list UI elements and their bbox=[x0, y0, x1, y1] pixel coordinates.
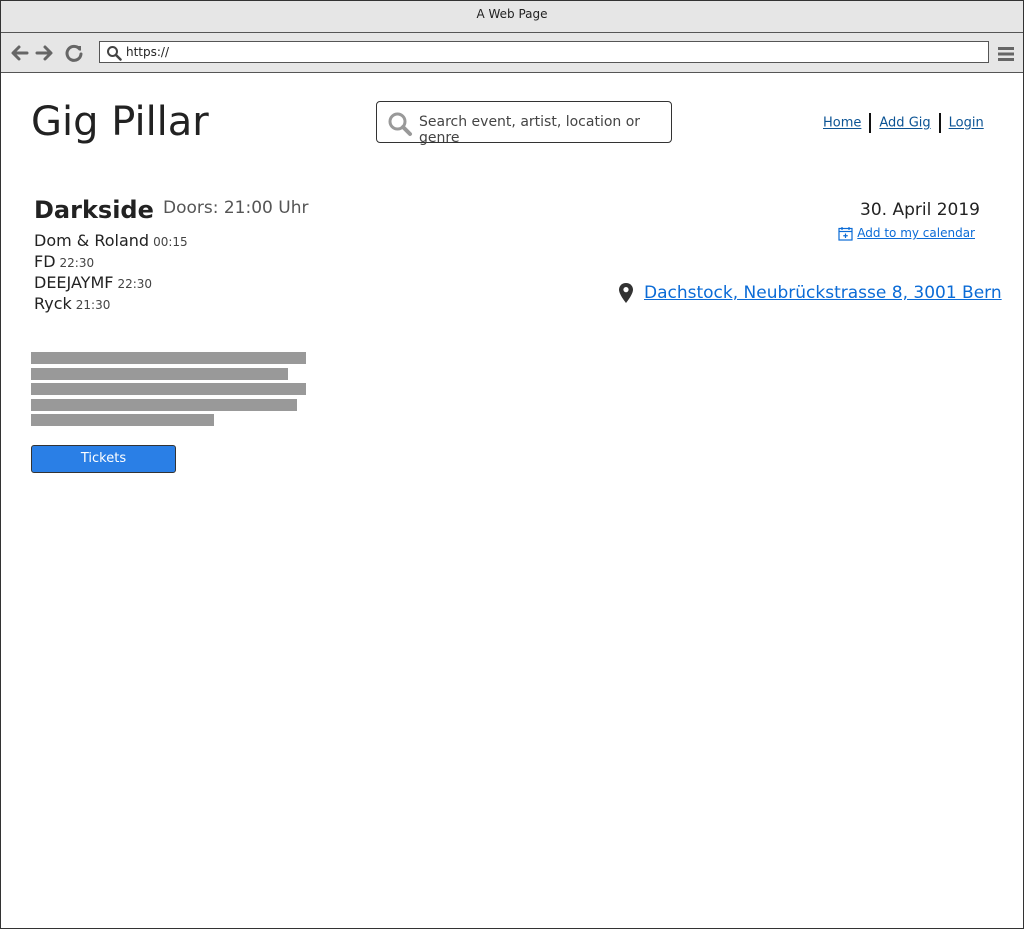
calendar-add-icon bbox=[838, 227, 853, 241]
browser-toolbar: https:// bbox=[1, 33, 1023, 73]
lineup-item: FD 22:30 bbox=[34, 251, 188, 272]
artist-name: Ryck bbox=[34, 294, 72, 313]
nav-add-gig-link[interactable]: Add Gig bbox=[879, 116, 930, 131]
artist-name: Dom & Roland bbox=[34, 231, 150, 250]
text-placeholder-line bbox=[31, 414, 214, 426]
set-time: 00:15 bbox=[153, 235, 188, 249]
lineup-item: Ryck 21:30 bbox=[34, 293, 188, 314]
event-title: Darkside bbox=[34, 196, 154, 224]
nav-home-link[interactable]: Home bbox=[823, 116, 861, 131]
title-bar: A Web Page bbox=[1, 1, 1023, 33]
set-time: 22:30 bbox=[117, 277, 153, 291]
nav-login-link[interactable]: Login bbox=[949, 116, 984, 131]
window-title: A Web Page bbox=[476, 7, 548, 21]
text-placeholder-line bbox=[31, 367, 288, 380]
map-pin-icon bbox=[619, 283, 633, 303]
search-input[interactable]: Search event, artist, location or genre bbox=[376, 101, 672, 146]
lineup-list: Dom & Roland 00:15 FD 22:30 DEEJAYMF 22:30 … bbox=[34, 230, 188, 314]
set-time: 21:30 bbox=[75, 298, 111, 312]
artist-name: FD bbox=[34, 252, 56, 271]
address-bar[interactable]: https:// bbox=[99, 41, 989, 63]
browser-window: A Web Page https:// Gig Pillar Search ev… bbox=[0, 0, 1024, 929]
text-placeholder-line bbox=[31, 352, 306, 364]
add-to-calendar-link[interactable]: Add to my calendar bbox=[857, 226, 975, 240]
nav-divider bbox=[869, 113, 872, 133]
nav-divider bbox=[938, 113, 941, 133]
add-to-calendar[interactable]: Add to my calendar bbox=[838, 226, 975, 241]
event-location: Dachstock, Neubrückstrasse 8, 3001 Bern bbox=[618, 282, 1002, 304]
tickets-button[interactable]: Tickets bbox=[31, 445, 176, 473]
set-time: 22:30 bbox=[59, 256, 95, 270]
search-icon bbox=[388, 112, 412, 136]
top-nav: Home Add Gig Login bbox=[823, 113, 984, 133]
doors-time: Doors: 21:00 Uhr bbox=[163, 198, 309, 218]
event-description-placeholder bbox=[31, 352, 306, 430]
forward-icon[interactable] bbox=[35, 43, 55, 63]
artist-name: DEEJAYMF bbox=[34, 273, 114, 292]
reload-icon[interactable] bbox=[64, 43, 84, 63]
site-logo[interactable]: Gig Pillar bbox=[31, 99, 209, 145]
search-icon bbox=[107, 46, 122, 61]
location-link[interactable]: Dachstock, Neubrückstrasse 8, 3001 Bern bbox=[644, 283, 1002, 303]
back-icon[interactable] bbox=[9, 43, 29, 63]
url-text: https:// bbox=[126, 45, 170, 59]
event-date: 30. April 2019 bbox=[860, 200, 980, 220]
lineup-item: Dom & Roland 00:15 bbox=[34, 230, 188, 251]
search-placeholder: Search event, artist, location or genre bbox=[419, 114, 641, 146]
hamburger-menu-icon[interactable] bbox=[997, 45, 1015, 63]
text-placeholder-line bbox=[31, 398, 297, 411]
text-placeholder-line bbox=[31, 383, 306, 395]
lineup-item: DEEJAYMF 22:30 bbox=[34, 272, 188, 293]
